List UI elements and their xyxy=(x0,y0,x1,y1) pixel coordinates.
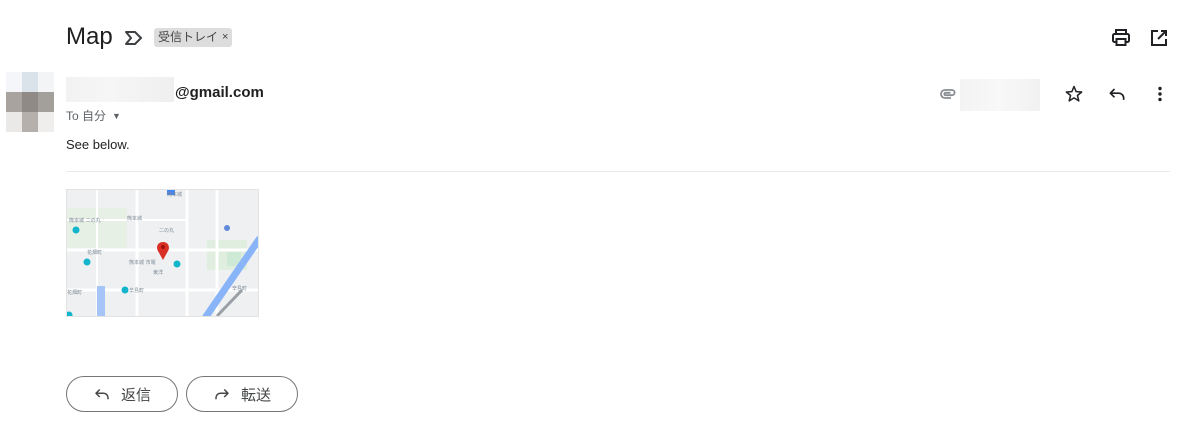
inbox-label-chip: 受信トレイ × xyxy=(154,28,233,47)
star-icon xyxy=(1065,85,1083,102)
sender-avatar[interactable] xyxy=(6,72,54,132)
map-image: 熊本城 熊本城 二の丸 熊本城 二の丸 花畑町 熊本城 市電 東洋 辛島町 花畑… xyxy=(67,190,258,316)
importance-marker-icon[interactable] xyxy=(124,29,144,47)
reply-label: 返信 xyxy=(120,385,151,404)
more-vert-icon xyxy=(1158,86,1162,102)
svg-text:辛島町: 辛島町 xyxy=(232,285,247,292)
inbox-label-text: 受信トレイ xyxy=(158,30,219,44)
email-subject: Map xyxy=(66,23,113,50)
remove-label-button[interactable]: × xyxy=(222,28,228,47)
open-in-new-window-icon xyxy=(1151,30,1167,46)
sender-name-redacted xyxy=(66,77,174,102)
message-body: See below. xyxy=(66,137,130,152)
svg-text:花畑町: 花畑町 xyxy=(87,249,102,256)
svg-text:辛島町: 辛島町 xyxy=(129,287,144,294)
svg-text:東洋: 東洋 xyxy=(153,269,163,276)
svg-text:熊本城: 熊本城 xyxy=(127,215,142,222)
svg-text:熊本城 市電: 熊本城 市電 xyxy=(129,259,156,266)
forward-pill-button[interactable]: 転送 xyxy=(186,376,298,412)
forward-label: 転送 xyxy=(240,385,271,404)
svg-text:熊本城 二の丸: 熊本城 二の丸 xyxy=(69,217,101,224)
svg-text:花畑町: 花畑町 xyxy=(67,289,82,296)
more-options-button[interactable] xyxy=(1148,82,1172,106)
forward-icon xyxy=(215,388,229,400)
date-redacted xyxy=(960,79,1040,111)
svg-text:二の丸: 二の丸 xyxy=(159,227,174,234)
print-icon xyxy=(1112,29,1130,46)
svg-text:熊本城: 熊本城 xyxy=(167,191,182,198)
recipient-details-toggle[interactable]: To 自分 ▼ xyxy=(66,107,121,124)
print-button[interactable] xyxy=(1109,26,1133,50)
reply-pill-button[interactable]: 返信 xyxy=(66,376,178,412)
reply-button[interactable] xyxy=(1105,82,1129,106)
star-button[interactable] xyxy=(1062,82,1086,106)
sender-email-domain: @gmail.com xyxy=(175,84,264,101)
reply-icon xyxy=(95,388,109,400)
reply-icon xyxy=(1109,88,1125,100)
attachment-divider xyxy=(66,171,1170,172)
recipient-label: To 自分 xyxy=(66,109,107,123)
open-in-new-window-button[interactable] xyxy=(1147,26,1171,50)
chevron-down-icon: ▼ xyxy=(112,110,121,121)
map-attachment-thumbnail[interactable]: 熊本城 熊本城 二の丸 熊本城 二の丸 花畑町 熊本城 市電 東洋 辛島町 花畑… xyxy=(66,189,259,317)
paperclip-icon xyxy=(940,89,956,99)
